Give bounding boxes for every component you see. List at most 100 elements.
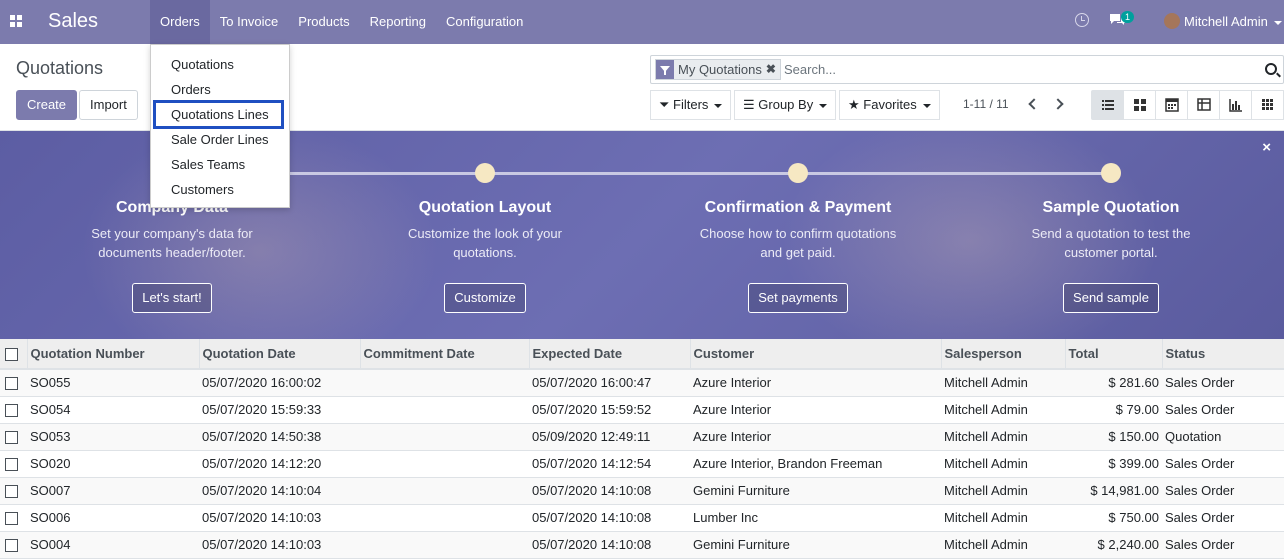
set-payments-button[interactable]: Set payments <box>748 283 848 313</box>
table-row[interactable]: SO020 05/07/2020 14:12:20 05/07/2020 14:12… <box>0 450 1284 478</box>
row-checkbox[interactable] <box>0 450 27 478</box>
cell-customer: Azure Interior, Brandon Freeman <box>690 450 941 478</box>
breadcrumb: Quotations <box>16 58 104 78</box>
cell-commitment-date <box>360 504 529 532</box>
banner-close-icon[interactable]: × <box>1262 139 1271 156</box>
cell-salesperson: Mitchell Admin <box>941 450 1065 478</box>
customize-button[interactable]: Customize <box>444 283 526 313</box>
cell-commitment-date <box>360 477 529 505</box>
cell-salesperson: Mitchell Admin <box>941 477 1065 505</box>
group-by-caret-icon <box>819 103 828 108</box>
step-dot <box>475 163 495 183</box>
cell-status: Quotation <box>1162 423 1284 451</box>
messages-badge: 1 <box>1121 11 1135 23</box>
menu-reporting[interactable]: Reporting <box>360 0 436 44</box>
group-by-icon: ☰ <box>743 97 755 112</box>
favorites-button[interactable]: ★ Favorites <box>839 90 940 120</box>
app-brand[interactable]: Sales <box>48 10 98 33</box>
cell-quotation-date: 05/07/2020 14:12:20 <box>199 450 360 478</box>
cell-status: Sales Order <box>1162 450 1284 478</box>
column-header[interactable]: Quotation Date <box>199 339 361 370</box>
cell-quotation-number: SO020 <box>27 450 199 478</box>
kanban-view-icon[interactable] <box>1124 91 1156 119</box>
step-sample-quotation: Sample Quotation Send a quotation to tes… <box>961 163 1261 313</box>
lets-start-button[interactable]: Let's start! <box>132 283 212 313</box>
activity-clock-icon[interactable] <box>1075 13 1089 27</box>
row-checkbox[interactable] <box>0 396 27 424</box>
column-header[interactable]: Salesperson <box>941 339 1066 370</box>
cell-commitment-date <box>360 369 529 397</box>
row-checkbox[interactable] <box>0 531 27 559</box>
menu-orders[interactable]: Orders <box>150 0 210 44</box>
cell-quotation-date: 05/07/2020 15:59:33 <box>199 396 360 424</box>
dropdown-item-customers[interactable]: Customers <box>151 177 289 202</box>
cell-expected-date: 05/07/2020 15:59:52 <box>529 396 690 424</box>
filters-label: Filters <box>673 97 709 112</box>
apps-menu-icon[interactable] <box>10 15 22 27</box>
cell-customer: Azure Interior <box>690 369 941 397</box>
column-header[interactable]: Commitment Date <box>360 339 530 370</box>
column-header[interactable]: Quotation Number <box>27 339 200 370</box>
graph-view-icon[interactable] <box>1220 91 1252 119</box>
row-checkbox[interactable] <box>0 504 27 532</box>
step-description: Choose how to confirm quotations and get … <box>699 226 897 260</box>
table-row[interactable]: SO053 05/07/2020 14:50:38 05/09/2020 12:49… <box>0 423 1284 451</box>
cell-expected-date: 05/07/2020 14:10:08 <box>529 477 690 505</box>
list-view-icon[interactable] <box>1092 91 1124 119</box>
table-row[interactable]: SO006 05/07/2020 14:10:03 05/07/2020 14:10… <box>0 504 1284 532</box>
cell-quotation-date: 05/07/2020 14:10:03 <box>199 531 360 559</box>
cell-commitment-date <box>360 450 529 478</box>
dashboard-view-icon[interactable] <box>1252 91 1284 119</box>
menu-to-invoice[interactable]: To Invoice <box>210 0 289 44</box>
dropdown-item-quotations[interactable]: Quotations <box>151 52 289 77</box>
cell-quotation-number: SO006 <box>27 504 199 532</box>
group-by-button[interactable]: ☰ Group By <box>734 90 837 120</box>
user-menu[interactable]: Mitchell Admin <box>1184 14 1282 29</box>
table-row[interactable]: SO054 05/07/2020 15:59:33 05/07/2020 15:59… <box>0 396 1284 424</box>
menu-configuration[interactable]: Configuration <box>436 0 533 44</box>
filters-caret-icon <box>714 103 723 108</box>
pager-value[interactable]: 1-11 / 11 <box>963 97 1009 111</box>
select-all-checkbox[interactable] <box>0 339 28 370</box>
import-button[interactable]: Import <box>79 90 138 120</box>
table-row[interactable]: SO055 05/07/2020 16:00:02 05/07/2020 16:00… <box>0 369 1284 397</box>
main-navbar: Sales Orders To Invoice Products Reporti… <box>0 0 1284 44</box>
dropdown-highlight <box>153 100 284 129</box>
calendar-view-icon[interactable] <box>1156 91 1188 119</box>
user-avatar[interactable] <box>1164 13 1180 29</box>
row-checkbox[interactable] <box>0 423 27 451</box>
table-row[interactable]: SO004 05/07/2020 14:10:03 05/07/2020 14:10… <box>0 531 1284 559</box>
pager-next-icon[interactable] <box>1052 98 1064 110</box>
pivot-view-icon[interactable] <box>1188 91 1220 119</box>
dropdown-item-sales-teams[interactable]: Sales Teams <box>151 152 289 177</box>
send-sample-button[interactable]: Send sample <box>1063 283 1159 313</box>
dropdown-item-sale-order-lines[interactable]: Sale Order Lines <box>151 127 289 152</box>
facet-remove-icon[interactable]: ✖ <box>766 60 780 79</box>
search-icon[interactable] <box>1265 63 1277 75</box>
search-bar: My Quotations ✖ Search... <box>650 55 1284 84</box>
search-facet: My Quotations ✖ <box>655 59 781 80</box>
create-button[interactable]: Create <box>16 90 78 120</box>
cell-commitment-date <box>360 423 529 451</box>
column-header[interactable]: Expected Date <box>529 339 691 370</box>
cell-total: $ 750.00 <box>1065 504 1162 532</box>
row-checkbox[interactable] <box>0 477 27 505</box>
favorites-caret-icon <box>922 103 931 108</box>
filters-button[interactable]: ⏷ Filters <box>650 90 732 120</box>
pager-previous-icon[interactable] <box>1028 98 1040 110</box>
cell-salesperson: Mitchell Admin <box>941 531 1065 559</box>
cell-expected-date: 05/07/2020 14:12:54 <box>529 450 690 478</box>
row-checkbox[interactable] <box>0 369 27 397</box>
quotations-table: Quotation Number Quotation Date Commitme… <box>0 339 1284 559</box>
search-input[interactable]: Search... <box>784 62 836 77</box>
menu-products[interactable]: Products <box>288 0 359 44</box>
column-header[interactable]: Total <box>1065 339 1163 370</box>
cell-expected-date: 05/09/2020 12:49:11 <box>529 423 690 451</box>
cell-total: $ 14,981.00 <box>1065 477 1162 505</box>
table-row[interactable]: SO007 05/07/2020 14:10:04 05/07/2020 14:10… <box>0 477 1284 505</box>
dropdown-item-orders[interactable]: Orders <box>151 77 289 102</box>
cell-total: $ 79.00 <box>1065 396 1162 424</box>
orders-dropdown-menu: Quotations Orders Quotations Lines Sale … <box>150 44 290 208</box>
column-header[interactable]: Status <box>1162 339 1284 370</box>
column-header[interactable]: Customer <box>690 339 942 370</box>
